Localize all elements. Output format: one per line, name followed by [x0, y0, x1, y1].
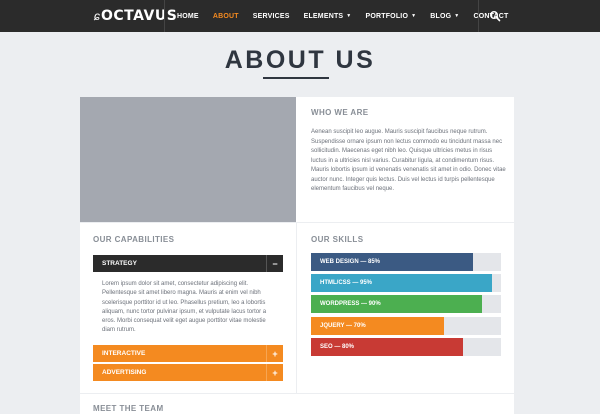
- capabilities-section: OUR CAPABILITIES STRATEGY − Lorem ipsum …: [80, 223, 296, 393]
- expand-icon[interactable]: +: [266, 364, 283, 381]
- skill-bar-web-design: WEB DESIGN — 85%: [311, 253, 501, 271]
- nav-item-blog[interactable]: BLOG ▼: [430, 13, 459, 20]
- skill-label: JQUERY — 70%: [320, 323, 366, 329]
- nav-item-elements[interactable]: ELEMENTS ▼: [304, 13, 352, 20]
- skill-bar-html-css: HTML/CSS — 95%: [311, 274, 501, 292]
- who-we-are-text: Aenean suscipit leo augue. Mauris suscip…: [311, 129, 506, 192]
- skill-label: SEO — 80%: [320, 344, 355, 350]
- search-icon[interactable]: [489, 10, 501, 22]
- skill-bar-seo: SEO — 80%: [311, 338, 501, 356]
- logo-mark-icon: ɕ: [94, 9, 100, 23]
- navbar: ɕ OCTAVUS HOME ABOUT SERVICES ELEMENTS ▼ …: [0, 0, 600, 32]
- page-title: ABOUT US: [224, 46, 376, 74]
- team-title: MEET THE TEAM: [93, 404, 164, 413]
- nav-divider: [164, 0, 165, 32]
- accordion-advertising[interactable]: ADVERTISING +: [93, 364, 283, 381]
- accordion-label: STRATEGY: [102, 260, 137, 267]
- accordion-strategy[interactable]: STRATEGY −: [93, 255, 283, 272]
- skill-bar-wordpress: WORDPRESS — 90%: [311, 295, 501, 313]
- expand-icon[interactable]: +: [266, 345, 283, 362]
- collapse-icon[interactable]: −: [266, 255, 283, 272]
- team-section: MEET THE TEAM: [80, 394, 514, 414]
- nav-item-portfolio[interactable]: PORTFOLIO ▼: [365, 13, 416, 20]
- accordion-strategy-content: Lorem ipsum dolor sit amet, consectetur …: [102, 281, 267, 334]
- main-nav: HOME ABOUT SERVICES ELEMENTS ▼ PORTFOLIO ▼…: [177, 0, 523, 32]
- skills-section: OUR SKILLS WEB DESIGN — 85% HTML/CSS — 9…: [297, 223, 514, 393]
- nav-item-home[interactable]: HOME: [177, 13, 199, 20]
- skill-label: WEB DESIGN — 85%: [320, 259, 381, 265]
- skill-label: WORDPRESS — 90%: [320, 301, 381, 307]
- accordion-label: ADVERTISING: [102, 369, 147, 376]
- skills-title: OUR SKILLS: [311, 235, 364, 244]
- capabilities-title: OUR CAPABILITIES: [93, 235, 175, 244]
- who-we-are-section: WHO WE ARE Aenean suscipit leo augue. Ma…: [296, 97, 514, 222]
- about-image: [80, 97, 296, 222]
- title-underline: [263, 77, 329, 79]
- skill-label: HTML/CSS — 95%: [320, 280, 373, 286]
- nav-item-about[interactable]: ABOUT: [213, 13, 239, 20]
- accordion-label: INTERACTIVE: [102, 350, 146, 357]
- chevron-down-icon: ▼: [411, 13, 417, 19]
- nav-divider: [478, 0, 479, 32]
- who-we-are-title: WHO WE ARE: [311, 108, 369, 117]
- accordion-interactive[interactable]: INTERACTIVE +: [93, 345, 283, 362]
- skill-bar-jquery: JQUERY — 70%: [311, 317, 501, 335]
- chevron-down-icon: ▼: [346, 13, 352, 19]
- nav-item-services[interactable]: SERVICES: [253, 13, 290, 20]
- logo-text: OCTAVUS: [101, 8, 178, 24]
- chevron-down-icon: ▼: [454, 13, 460, 19]
